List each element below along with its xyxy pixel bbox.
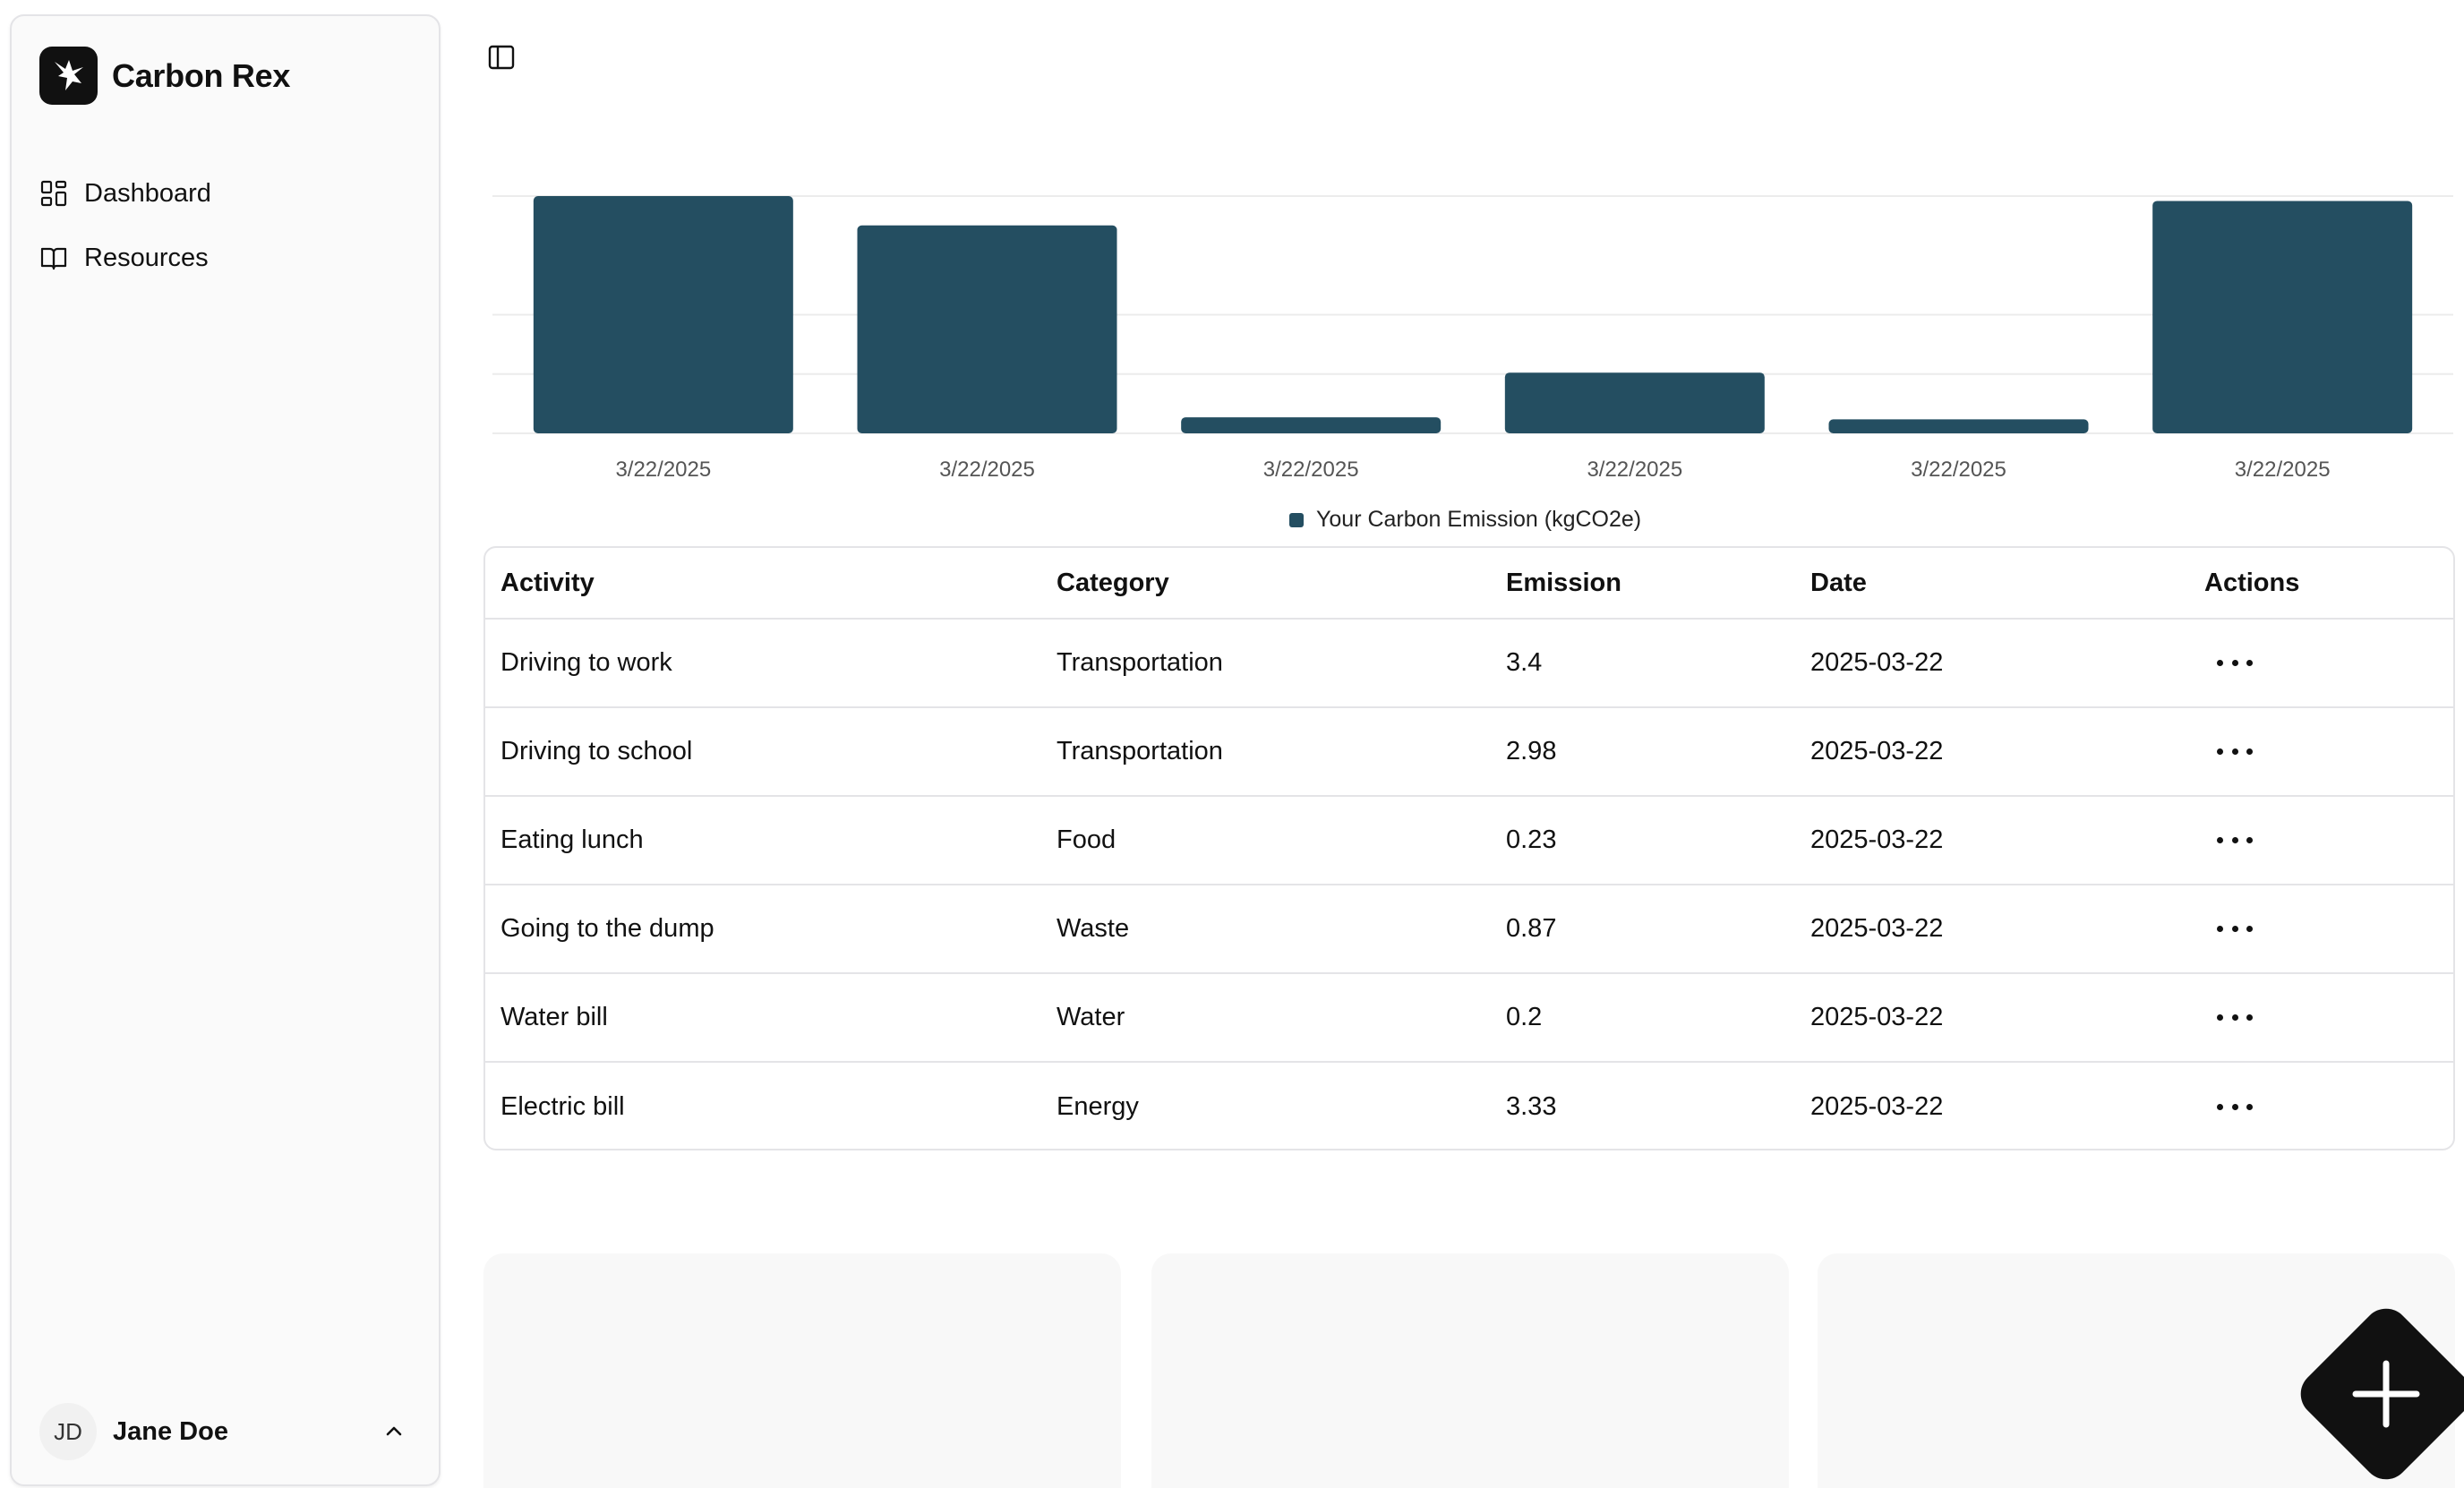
date-cell: 2025-03-22 bbox=[1810, 648, 1944, 677]
chart-bar[interactable] bbox=[1181, 417, 1442, 433]
category-cell: Food bbox=[1057, 825, 1116, 854]
row-actions-menu-icon[interactable] bbox=[2217, 650, 2253, 677]
category-cell: Transportation bbox=[1057, 737, 1223, 765]
table-row: Eating lunch Food 0.23 2025-03-22 bbox=[485, 797, 2453, 885]
chart-bar[interactable] bbox=[857, 225, 1117, 433]
chart-bar[interactable] bbox=[533, 196, 793, 433]
activity-cell: Driving to work bbox=[500, 648, 672, 677]
activity-cell: Going to the dump bbox=[500, 914, 714, 943]
category-cell: Waste bbox=[1057, 914, 1130, 943]
emission-cell: 3.4 bbox=[1506, 648, 1543, 677]
category-cell: Transportation bbox=[1057, 648, 1223, 677]
ellipsis-dot bbox=[2246, 926, 2253, 932]
chart-bar[interactable] bbox=[2152, 201, 2413, 434]
ellipsis-dot bbox=[2246, 660, 2253, 666]
ellipsis-dot bbox=[2217, 1104, 2223, 1110]
ellipsis-dot bbox=[2231, 837, 2238, 843]
ellipsis-dot bbox=[2231, 748, 2238, 755]
sidebar-nav: Dashboard Resources bbox=[39, 167, 211, 295]
ellipsis-dot bbox=[2217, 926, 2223, 932]
activity-cell: Eating lunch bbox=[500, 825, 644, 854]
category-cell: Water bbox=[1057, 1003, 1125, 1031]
x-tick-label: 3/22/2025 bbox=[615, 458, 711, 482]
dinosaur-logo-icon bbox=[39, 47, 98, 105]
date-cell: 2025-03-22 bbox=[1810, 914, 1944, 943]
sidebar-item-label: Resources bbox=[84, 243, 209, 272]
row-actions-menu-icon[interactable] bbox=[2217, 739, 2253, 765]
ellipsis-dot bbox=[2231, 660, 2238, 666]
activity-cell: Water bill bbox=[500, 1003, 608, 1031]
sidebar-toggle-icon[interactable] bbox=[485, 41, 518, 73]
column-header-date: Date bbox=[1810, 568, 1867, 597]
ellipsis-dot bbox=[2231, 926, 2238, 932]
dashboard-icon bbox=[40, 180, 67, 207]
sidebar-item-label: Dashboard bbox=[84, 178, 211, 208]
table-row: Electric bill Energy 3.33 2025-03-22 bbox=[485, 1063, 2453, 1149]
row-actions-menu-icon[interactable] bbox=[2217, 916, 2253, 943]
summary-card bbox=[1151, 1253, 1789, 1488]
table-header-row: Activity Category Emission Date Actions bbox=[485, 548, 2453, 620]
ellipsis-dot bbox=[2217, 748, 2223, 755]
summary-card bbox=[483, 1253, 1121, 1488]
sidebar-item-resources[interactable]: Resources bbox=[39, 231, 211, 285]
emission-cell: 2.98 bbox=[1506, 737, 1557, 765]
column-header-category: Category bbox=[1057, 568, 1169, 597]
user-name: Jane Doe bbox=[113, 1416, 228, 1446]
table-row: Driving to work Transportation 3.4 2025-03-… bbox=[485, 620, 2453, 708]
emission-bar-chart: 3/22/2025 3/22/2025 3/22/2025 3/22/2025 3/22… bbox=[492, 195, 2453, 482]
table-row: Going to the dump Waste 0.87 2025-03-22 bbox=[485, 885, 2453, 974]
ellipsis-dot bbox=[2231, 1014, 2238, 1021]
plus-icon[interactable] bbox=[2341, 1349, 2431, 1439]
x-tick-label: 3/22/2025 bbox=[1263, 458, 1359, 482]
column-header-emission: Emission bbox=[1506, 568, 1621, 597]
emission-cell: 0.87 bbox=[1506, 914, 1557, 943]
x-tick-label: 3/22/2025 bbox=[939, 458, 1035, 482]
ellipsis-dot bbox=[2246, 837, 2253, 843]
ellipsis-dot bbox=[2217, 837, 2223, 843]
category-cell: Energy bbox=[1057, 1092, 1139, 1121]
ellipsis-dot bbox=[2246, 1014, 2253, 1021]
ellipsis-dot bbox=[2246, 748, 2253, 755]
avatar: JD bbox=[39, 1403, 97, 1460]
activity-cell: Driving to school bbox=[500, 737, 693, 765]
row-actions-menu-icon[interactable] bbox=[2217, 1005, 2253, 1031]
activity-table: Activity Category Emission Date Actions … bbox=[483, 546, 2455, 1150]
row-actions-menu-icon[interactable] bbox=[2217, 1094, 2253, 1121]
legend-swatch bbox=[1289, 512, 1304, 527]
user-menu[interactable]: JD Jane Doe bbox=[39, 1400, 415, 1463]
date-cell: 2025-03-22 bbox=[1810, 1092, 1944, 1121]
date-cell: 2025-03-22 bbox=[1810, 737, 1944, 765]
ellipsis-dot bbox=[2231, 1104, 2238, 1110]
ellipsis-dot bbox=[2217, 660, 2223, 666]
book-icon bbox=[40, 247, 67, 270]
chevron-up-icon[interactable] bbox=[381, 1419, 406, 1444]
date-cell: 2025-03-22 bbox=[1810, 1003, 1944, 1031]
activity-cell: Electric bill bbox=[500, 1092, 625, 1121]
x-tick-label: 3/22/2025 bbox=[1587, 458, 1682, 482]
date-cell: 2025-03-22 bbox=[1810, 825, 1944, 854]
ellipsis-dot bbox=[2246, 1104, 2253, 1110]
emission-cell: 3.33 bbox=[1506, 1092, 1557, 1121]
row-actions-menu-icon[interactable] bbox=[2217, 827, 2253, 854]
app-name: Carbon Rex bbox=[112, 56, 291, 94]
column-header-activity: Activity bbox=[500, 568, 595, 597]
sidebar: Carbon Rex Dashboard Resources JD Jane D… bbox=[10, 14, 441, 1486]
legend-label: Your Carbon Emission (kgCO2e) bbox=[1316, 507, 1642, 532]
table-row: Water bill Water 0.2 2025-03-22 bbox=[485, 974, 2453, 1063]
sidebar-item-dashboard[interactable]: Dashboard bbox=[39, 167, 211, 220]
brand[interactable]: Carbon Rex bbox=[39, 47, 290, 105]
chart-bar[interactable] bbox=[1828, 419, 2089, 433]
x-tick-label: 3/22/2025 bbox=[1911, 458, 2006, 482]
ellipsis-dot bbox=[2217, 1014, 2223, 1021]
table-row: Driving to school Transportation 2.98 2025-… bbox=[485, 708, 2453, 797]
column-header-actions: Actions bbox=[2204, 568, 2300, 597]
chart-legend: Your Carbon Emission (kgCO2e) bbox=[1289, 507, 1641, 533]
chart-bar[interactable] bbox=[1504, 372, 1765, 433]
x-tick-label: 3/22/2025 bbox=[2235, 458, 2331, 482]
emission-cell: 0.23 bbox=[1506, 825, 1557, 854]
emission-cell: 0.2 bbox=[1506, 1003, 1543, 1031]
